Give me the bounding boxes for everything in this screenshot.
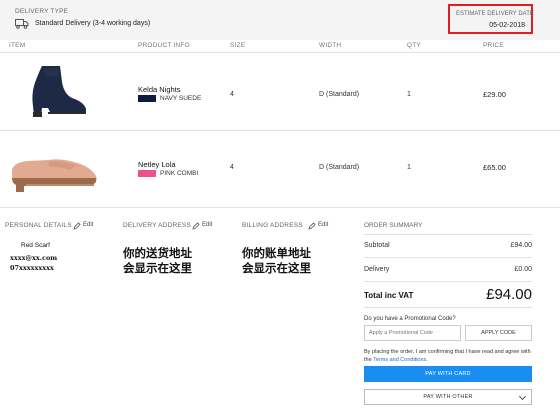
subtotal-value: £94.00 [510, 242, 532, 249]
pay-with-other-button[interactable]: PAY WITH OTHER [364, 389, 532, 405]
customer-email: xxxx@xx.com [10, 254, 58, 262]
product-qty: 1 [407, 91, 411, 98]
summary-divider [364, 257, 532, 258]
pay-with-other-label: PAY WITH OTHER [423, 394, 473, 400]
billing-address-title: BILLING ADDRESS [242, 222, 303, 229]
summary-divider [364, 281, 532, 282]
row-divider [0, 130, 560, 131]
delivery-bar: DELIVERY TYPE Standard Delivery (3-4 wor… [0, 0, 560, 40]
pay-with-card-button[interactable]: PAY WITH CARD [364, 366, 532, 382]
column-header-width: WIDTH [319, 42, 342, 49]
product-price: £29.00 [483, 90, 506, 99]
header-divider [0, 52, 560, 53]
row-divider [0, 207, 560, 208]
product-color: NAVY SUEDE [160, 95, 202, 102]
estimate-delivery-date: 05-02-2018 [489, 22, 525, 29]
product-price: £65.00 [483, 163, 506, 172]
column-header-qty: QTY [407, 42, 421, 49]
promo-code-input[interactable] [364, 325, 461, 341]
pencil-icon[interactable] [73, 222, 81, 230]
product-qty: 1 [407, 164, 411, 171]
order-summary-title: ORDER SUMMARY [364, 222, 423, 229]
subtotal-label: Subtotal [364, 242, 390, 249]
delivery-truck-icon [15, 19, 29, 29]
column-header-product-info: PRODUCT INFO [138, 42, 190, 49]
navy-ankle-boot-image [32, 66, 86, 117]
edit-personal-details-link[interactable]: Edit [83, 222, 93, 228]
pink-loafer-image [12, 159, 97, 192]
delivery-cost-value: £0.00 [514, 266, 532, 273]
product-name[interactable]: Kelda Nights [138, 85, 181, 94]
pencil-icon[interactable] [308, 222, 316, 230]
personal-details-title: PERSONAL DETAILS [5, 222, 72, 229]
total-label: Total inc VAT [364, 291, 414, 300]
apply-code-button[interactable]: APPLY CODE [465, 325, 532, 341]
billing-address-placeholder-line2: 会显示在这里 [242, 261, 311, 275]
delivery-type-label: DELIVERY TYPE [15, 8, 69, 15]
delivery-address-placeholder-line1: 你的送货地址 [123, 246, 192, 260]
estimate-delivery-label: ESTIMATE DELIVERY DATE [456, 11, 534, 17]
color-swatch [138, 95, 156, 102]
promo-code-question: Do you have a Promotional Code? [364, 316, 456, 322]
product-size: 4 [230, 164, 234, 171]
terms-link[interactable]: Terms and Conditions. [373, 357, 428, 363]
delivery-type-value: Standard Delivery (3-4 working days) [35, 20, 151, 27]
customer-name: Red Scarf [21, 242, 50, 249]
pencil-icon[interactable] [192, 222, 200, 230]
column-header-item: ITEM [9, 42, 26, 49]
edit-billing-address-link[interactable]: Edit [318, 222, 328, 228]
product-size: 4 [230, 91, 234, 98]
total-value: £94.00 [486, 286, 532, 303]
delivery-cost-label: Delivery [364, 266, 390, 273]
billing-address-placeholder-line1: 你的账单地址 [242, 246, 311, 260]
delivery-address-title: DELIVERY ADDRESS [123, 222, 191, 229]
edit-delivery-address-link[interactable]: Edit [202, 222, 212, 228]
column-header-size: SIZE [230, 42, 246, 49]
terms-notice: By placing the order, I am confirming th… [364, 349, 534, 364]
color-swatch [138, 170, 156, 177]
chevron-down-icon [518, 392, 527, 401]
summary-divider [364, 307, 532, 308]
product-width: D (Standard) [319, 91, 360, 98]
estimate-delivery-box: ESTIMATE DELIVERY DATE 05-02-2018 [448, 4, 534, 34]
delivery-address-placeholder-line2: 会显示在这里 [123, 261, 192, 275]
product-width: D (Standard) [319, 164, 360, 171]
product-name[interactable]: Netley Lola [138, 160, 176, 169]
customer-phone: 07xxxxxxxxx [10, 264, 54, 272]
column-header-price: PRICE [483, 42, 504, 49]
product-color: PINK COMBI [160, 170, 199, 177]
summary-divider [364, 234, 532, 235]
